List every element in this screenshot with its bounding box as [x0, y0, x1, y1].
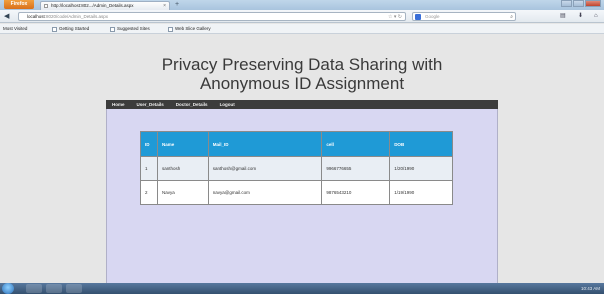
taskbar-app-firefox[interactable] — [66, 284, 82, 293]
table-cell: 9966776655 — [321, 156, 391, 181]
taskbar-app-ie[interactable] — [26, 284, 42, 293]
url-bar[interactable]: localhost:8020/code/Admin_Details.aspx ☆… — [18, 12, 406, 21]
column-header: cell — [321, 131, 391, 157]
bookmark-icon — [52, 26, 57, 32]
bookmark-icon — [110, 26, 115, 32]
table-header-row: ID Name Mail_ID cell DOB — [140, 131, 453, 157]
table-cell: 1 — [140, 156, 158, 181]
column-header: DOB — [389, 131, 453, 157]
table-cell: 1/19/1990 — [389, 180, 453, 205]
new-tab-icon[interactable]: + — [172, 1, 182, 9]
taskbar-app-explorer[interactable] — [46, 284, 62, 293]
table-cell: Navya — [156, 180, 209, 205]
window-controls — [561, 0, 601, 7]
bookmark-label: Web Slice Gallery — [175, 26, 211, 31]
google-icon — [415, 14, 421, 20]
table-row: 2 Navya navya@gmail.com 9876543210 1/19/… — [140, 180, 453, 205]
bookmark-getting-started[interactable]: Getting Started — [52, 24, 89, 34]
url-host: localhost — [27, 14, 45, 19]
minimize-button[interactable] — [561, 0, 572, 7]
home-icon[interactable]: ⌂ — [594, 12, 598, 21]
menu-doctor-details[interactable]: Doctor_Details — [170, 100, 214, 109]
close-window-button[interactable] — [585, 0, 601, 7]
navigation-bar: ◀ localhost:8020/code/Admin_Details.aspx… — [0, 10, 604, 23]
bookmarks-menu-icon[interactable]: ▤ — [560, 12, 566, 21]
table-cell: 1/20/1990 — [389, 156, 453, 181]
taskbar-clock: 10:43 AM — [580, 286, 600, 291]
bookmark-label: Most Visited — [3, 26, 28, 31]
table-cell: 2 — [140, 180, 158, 205]
table-cell: 9876543210 — [321, 180, 391, 205]
search-icon[interactable]: ⌕ — [510, 13, 513, 21]
bookmark-label: Getting Started — [59, 26, 90, 31]
search-placeholder: Google — [425, 14, 440, 19]
start-button[interactable] — [2, 283, 14, 294]
windows-taskbar: 10:43 AM — [0, 283, 604, 294]
menu-user-details[interactable]: User_Details — [131, 100, 170, 109]
menu-logout[interactable]: Logout — [214, 100, 241, 109]
bookmarks-bar: Most Visited Getting Started Suggested S… — [0, 24, 604, 294]
tab-close-icon[interactable]: × — [163, 2, 166, 10]
site-menu: Home User_Details Doctor_Details Logout — [106, 100, 498, 109]
web-page: Privacy Preserving Data Sharing with Ano… — [0, 35, 604, 283]
column-header: Name — [156, 131, 209, 157]
back-icon[interactable]: ◀ — [4, 12, 9, 21]
search-input[interactable]: Google ⌕ — [412, 12, 516, 21]
column-header: Mail_ID — [207, 131, 323, 157]
bookmark-label: Suggested Sites — [117, 26, 150, 31]
page-favicon-icon — [44, 4, 48, 8]
browser-title-bar: Firefox http://localhost:802.../Admin_De… — [0, 0, 604, 10]
table-cell: santhosh@gmail.com — [207, 156, 323, 181]
table-cell: navya@gmail.com — [207, 180, 323, 205]
menu-home[interactable]: Home — [106, 100, 131, 109]
firefox-menu-button[interactable]: Firefox — [4, 0, 34, 9]
table-cell: santhosh — [156, 156, 209, 181]
column-header: ID — [140, 131, 158, 157]
details-table: ID Name Mail_ID cell DOB 1 santhosh sant… — [140, 131, 453, 205]
tab-title: http://localhost:802.../Admin_Details.as… — [51, 3, 134, 8]
bookmark-icon — [168, 26, 173, 32]
bookmark-suggested-sites[interactable]: Suggested Sites — [110, 24, 150, 34]
reload-icon[interactable]: ☆ ▾ ↻ — [388, 13, 402, 20]
content-panel: ID Name Mail_ID cell DOB 1 santhosh sant… — [106, 109, 498, 283]
url-path: :8020/code/Admin_Details.aspx — [44, 14, 109, 19]
maximize-button[interactable] — [573, 0, 584, 7]
bookmark-web-slice-gallery[interactable]: Web Slice Gallery — [168, 24, 211, 34]
table-row: 1 santhosh santhosh@gmail.com 9966776655… — [140, 156, 453, 181]
download-icon[interactable]: ⬇ — [578, 12, 583, 21]
browser-tab[interactable]: http://localhost:802.../Admin_Details.as… — [40, 1, 170, 10]
bookmark-most-visited[interactable]: Most Visited — [3, 24, 604, 294]
page-title: Privacy Preserving Data Sharing with Ano… — [161, 55, 443, 93]
